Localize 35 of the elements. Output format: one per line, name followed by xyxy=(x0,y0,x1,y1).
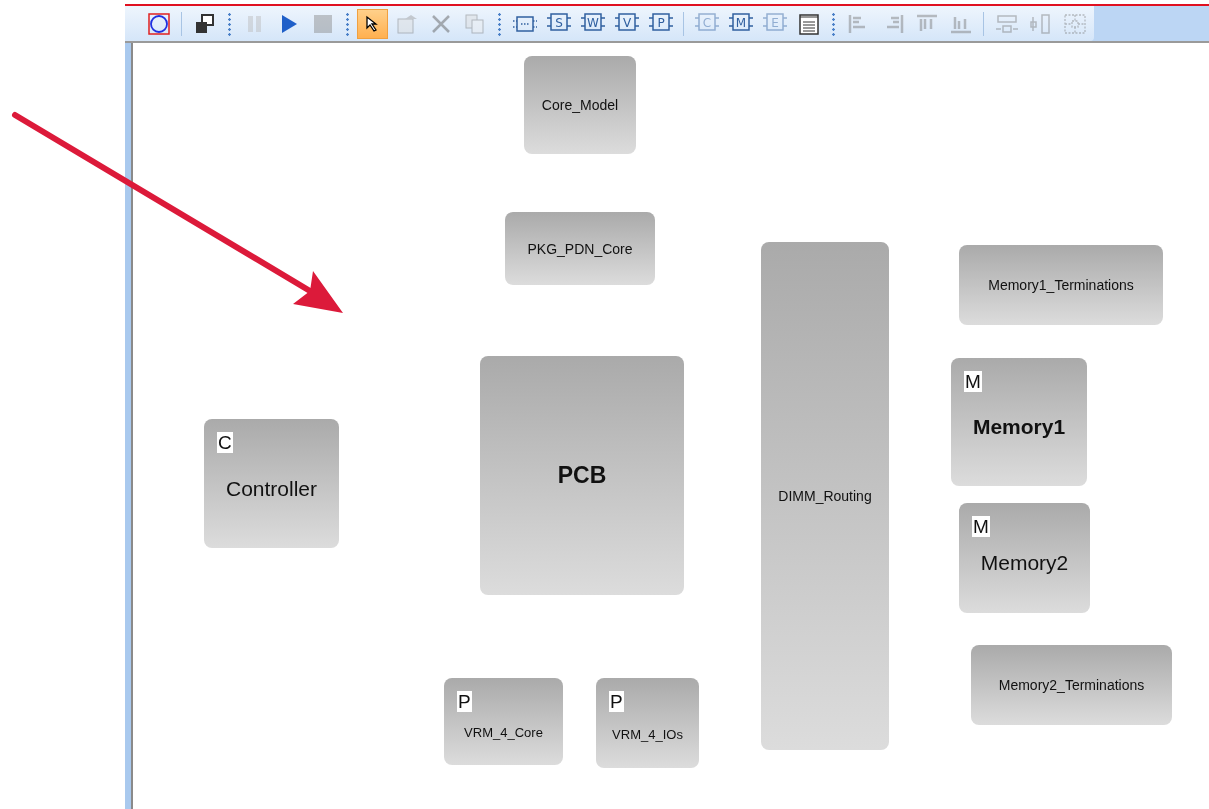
copy-icon xyxy=(462,12,487,35)
spacing-icon xyxy=(994,12,1019,35)
block-label: Memory1 xyxy=(972,415,1066,439)
toolbar-button[interactable] xyxy=(357,8,388,39)
block-badge: M xyxy=(972,516,990,537)
block-label: Memory1_Terminations xyxy=(988,277,1134,293)
block-label: Core_Model xyxy=(541,97,619,113)
block-label: Controller xyxy=(225,476,317,501)
block-label: Memory2_Terminations xyxy=(998,677,1145,693)
block[interactable]: P VRM_4_Core xyxy=(444,678,563,765)
circle-icon xyxy=(146,12,171,35)
block-badge: P xyxy=(609,691,624,712)
spacing-icon xyxy=(1062,12,1087,35)
spacing-icon xyxy=(1028,12,1053,35)
block-badge: P xyxy=(457,691,472,712)
block[interactable]: Memory2_Terminations xyxy=(971,645,1172,725)
block-label: VRM_4_Core xyxy=(464,725,543,740)
notepad-icon xyxy=(796,12,821,35)
block[interactable]: PKG_PDN_Core xyxy=(505,212,655,285)
block[interactable]: C Controller xyxy=(204,419,339,548)
block-badge: C xyxy=(217,432,233,453)
block-label: Memory2 xyxy=(980,551,1069,575)
properties-icon xyxy=(394,12,419,35)
block-label: DIMM_Routing xyxy=(778,488,872,504)
block-label: PKG_PDN_Core xyxy=(527,240,633,257)
block-label: VRM_4_IOs xyxy=(612,726,683,742)
block[interactable]: M Memory1 xyxy=(951,358,1087,486)
block[interactable]: PCB xyxy=(480,356,684,595)
block-label: PCB xyxy=(557,462,607,489)
block-badge: M xyxy=(964,371,982,392)
block[interactable]: Memory1_Terminations xyxy=(959,245,1163,325)
block[interactable]: M Memory2 xyxy=(959,503,1090,613)
block[interactable]: DIMM_Routing xyxy=(761,242,889,750)
block[interactable]: P VRM_4_IOs xyxy=(596,678,699,768)
block[interactable]: Core_Model xyxy=(524,56,636,154)
